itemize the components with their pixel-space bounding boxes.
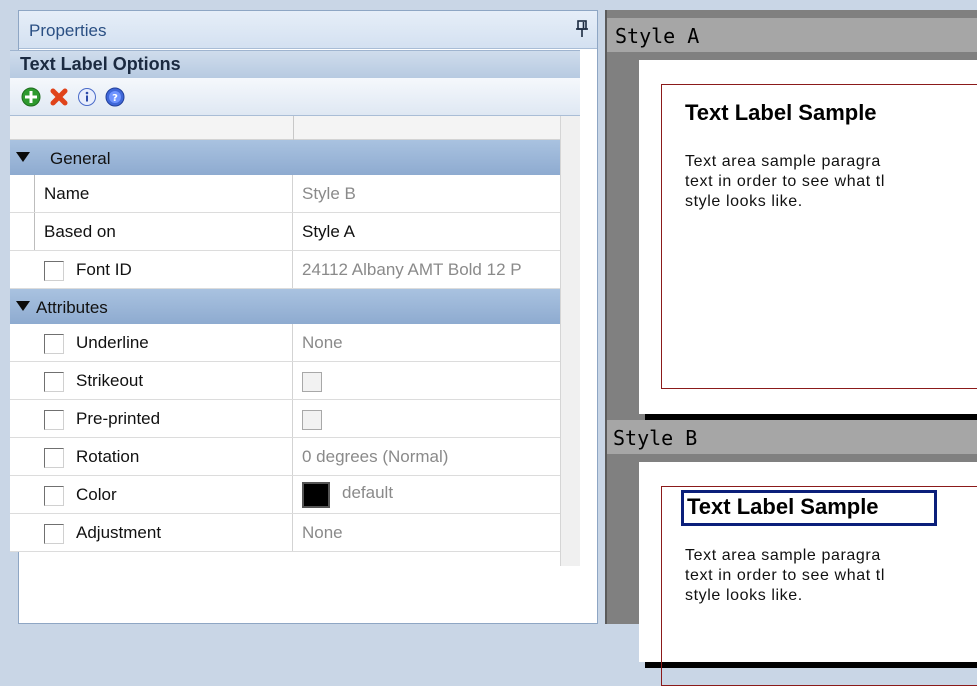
grid-header-value-column <box>294 116 564 140</box>
property-name: Name <box>44 184 90 203</box>
style-b-sample-title: Text Label Sample <box>687 494 879 519</box>
properties-title: Properties <box>29 21 107 40</box>
property-row-strikeout[interactable]: Strikeout <box>10 362 580 400</box>
override-checkbox[interactable] <box>44 524 64 544</box>
category-general[interactable]: General <box>10 140 580 175</box>
property-value-field[interactable]: default <box>294 476 570 513</box>
property-grid: General Name Style B Based on Style A Fo… <box>10 116 580 552</box>
property-name: Font ID <box>76 260 132 279</box>
style-preview-area: Style A Text Label Sample Text area samp… <box>605 10 977 686</box>
text-frame <box>661 84 977 389</box>
grid-header-name-column <box>10 116 294 140</box>
style-b-sheet[interactable]: Text Label Sample Text area sample parag… <box>639 462 977 686</box>
property-row-rotation[interactable]: Rotation 0 degrees (Normal) <box>10 438 580 476</box>
property-name: Color <box>76 485 117 504</box>
property-row-underline[interactable]: Underline None <box>10 324 580 362</box>
style-a-sheet[interactable]: Text Label Sample Text area sample parag… <box>639 60 977 414</box>
override-checkbox[interactable] <box>44 261 64 281</box>
grid-scrollbar[interactable] <box>560 116 580 566</box>
category-general-label: General <box>50 149 111 168</box>
property-value: None <box>302 523 343 542</box>
property-value-field[interactable]: 24112 Albany AMT Bold 12 P <box>294 251 570 288</box>
property-value-field[interactable]: Style A <box>294 213 570 250</box>
pin-icon[interactable] <box>575 20 589 38</box>
property-row-font-id[interactable]: Font ID 24112 Albany AMT Bold 12 P <box>10 251 580 289</box>
help-icon[interactable]: ? <box>104 86 126 108</box>
add-icon[interactable] <box>20 86 42 108</box>
property-value-field[interactable]: None <box>294 324 570 361</box>
property-name: Underline <box>76 333 149 352</box>
property-value: None <box>302 333 343 352</box>
category-attributes[interactable]: Attributes <box>10 289 580 324</box>
property-value-field[interactable] <box>294 362 570 399</box>
property-row-based-on[interactable]: Based on Style A <box>10 213 580 251</box>
style-a-sample-title: Text Label Sample <box>685 100 877 125</box>
pre-printed-checkbox[interactable] <box>302 410 322 430</box>
toolbar: ? <box>10 78 580 116</box>
property-name: Based on <box>44 222 116 241</box>
category-attributes-label: Attributes <box>36 298 108 317</box>
collapse-icon[interactable] <box>16 151 30 163</box>
strikeout-checkbox[interactable] <box>302 372 322 392</box>
property-name: Rotation <box>76 447 140 466</box>
grid-header <box>10 116 580 140</box>
color-swatch[interactable] <box>302 482 330 508</box>
property-value: 24112 Albany AMT Bold 12 P <box>302 260 522 279</box>
collapse-icon[interactable] <box>16 300 30 312</box>
options-title: Text Label Options <box>20 54 181 74</box>
property-row-adjustment[interactable]: Adjustment None <box>10 514 580 552</box>
delete-icon[interactable] <box>48 86 70 108</box>
property-name: Strikeout <box>76 371 144 390</box>
svg-text:?: ? <box>112 93 118 104</box>
options-header: Text Label Options <box>10 50 580 78</box>
override-checkbox[interactable] <box>44 334 64 354</box>
property-value: Style A <box>302 222 355 241</box>
property-row-pre-printed[interactable]: Pre-printed <box>10 400 580 438</box>
property-row-color[interactable]: Color default <box>10 476 580 514</box>
property-name: Pre-printed <box>76 409 161 428</box>
property-value-field[interactable]: Style B <box>294 175 570 212</box>
style-b-sample-body: Text area sample paragra text in order t… <box>685 547 886 604</box>
style-a-sample-body: Text area sample paragra text in order t… <box>685 153 886 210</box>
property-value-field[interactable]: None <box>294 514 570 551</box>
property-row-name[interactable]: Name Style B <box>10 175 580 213</box>
property-value-field[interactable] <box>294 400 570 437</box>
override-checkbox[interactable] <box>44 448 64 468</box>
override-checkbox[interactable] <box>44 372 64 392</box>
property-value: Style B <box>302 184 356 203</box>
style-a-label: Style A <box>615 24 700 48</box>
property-value-field[interactable]: 0 degrees (Normal) <box>294 438 570 475</box>
properties-title-bar: Properties <box>19 11 597 49</box>
override-checkbox[interactable] <box>44 410 64 430</box>
property-value: default <box>342 483 394 502</box>
style-b-label: Style B <box>613 426 698 450</box>
property-value: 0 degrees (Normal) <box>302 447 449 466</box>
info-icon[interactable] <box>76 86 98 108</box>
override-checkbox[interactable] <box>44 486 64 506</box>
property-name: Adjustment <box>76 523 162 542</box>
